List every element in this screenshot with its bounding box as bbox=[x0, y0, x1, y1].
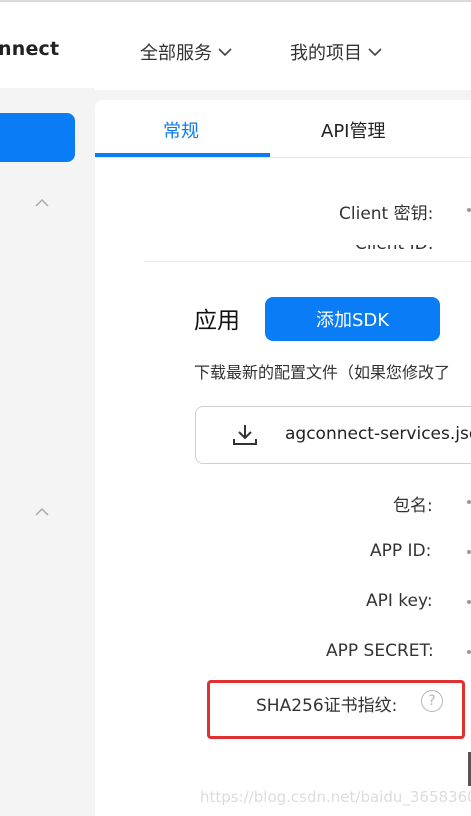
chevron-up-icon[interactable] bbox=[34, 193, 50, 207]
value-edge bbox=[467, 208, 471, 212]
section-divider bbox=[144, 261, 471, 262]
tab-api-management[interactable]: API管理 bbox=[321, 117, 385, 143]
tab-general[interactable]: 常规 bbox=[163, 117, 199, 143]
nav-my-projects[interactable]: 我的项目 bbox=[290, 39, 382, 65]
package-name-label: 包名: bbox=[393, 496, 433, 516]
watermark-text: https://blog.csdn.net/baidu_36583608 bbox=[200, 788, 471, 806]
value-edge bbox=[467, 650, 471, 654]
top-bar: nnect 全部服务 我的项目 bbox=[0, 0, 471, 90]
config-file-download-button[interactable]: agconnect-services.jso bbox=[195, 406, 471, 464]
nav-all-services[interactable]: 全部服务 bbox=[140, 39, 232, 65]
download-icon bbox=[232, 423, 258, 451]
active-tab-indicator bbox=[95, 153, 270, 157]
value-edge bbox=[467, 500, 471, 504]
sidebar-item-active[interactable] bbox=[0, 113, 75, 162]
config-file-name: agconnect-services.jso bbox=[285, 424, 471, 444]
nav-my-projects-label: 我的项目 bbox=[290, 43, 362, 64]
brand-logo-text[interactable]: nnect bbox=[0, 38, 59, 60]
chevron-up-icon[interactable] bbox=[34, 502, 50, 516]
api-key-label: API key: bbox=[366, 591, 433, 611]
client-id-label: Client ID: bbox=[355, 245, 433, 267]
tab-bar: 常规 API管理 bbox=[95, 100, 471, 158]
add-sdk-button[interactable]: 添加SDK bbox=[265, 297, 440, 341]
app-secret-label: APP SECRET: bbox=[326, 641, 434, 661]
help-icon[interactable]: ? bbox=[421, 690, 443, 712]
project-settings-panel: 常规 API管理 Client ID: Client 密钥: 应用 添加SDK … bbox=[95, 100, 471, 816]
app-section-title: 应用 bbox=[194, 308, 240, 334]
value-edge bbox=[467, 550, 471, 554]
chevron-down-icon bbox=[218, 47, 232, 57]
download-config-hint: 下载最新的配置文件（如果您修改了 bbox=[194, 363, 451, 382]
value-edge bbox=[467, 600, 471, 604]
sha256-fingerprint-label: SHA256证书指纹: bbox=[256, 696, 398, 716]
nav-all-services-label: 全部服务 bbox=[140, 43, 212, 64]
client-secret-label: Client 密钥: bbox=[339, 204, 434, 224]
chevron-down-icon bbox=[368, 47, 382, 57]
app-id-label: APP ID: bbox=[370, 541, 432, 561]
